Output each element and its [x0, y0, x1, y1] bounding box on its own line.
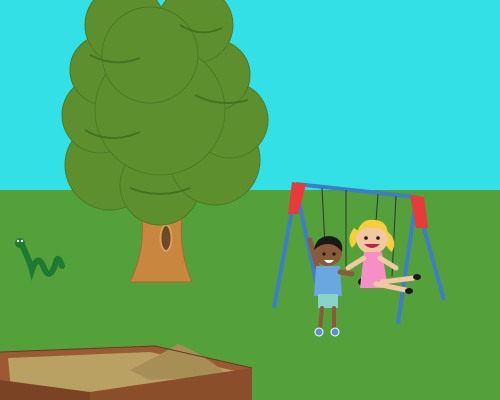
tree-knot-hole	[159, 224, 173, 252]
playground-scene	[0, 0, 500, 400]
